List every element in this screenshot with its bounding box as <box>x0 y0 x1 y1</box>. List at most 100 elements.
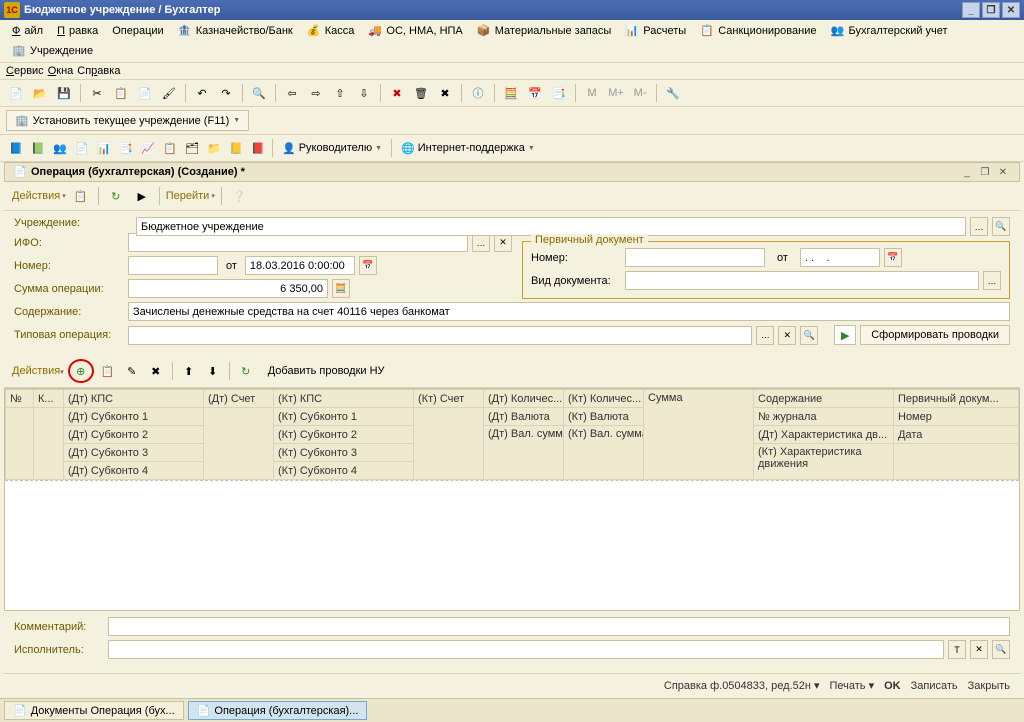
pd-date-button[interactable]: 📅 <box>884 248 902 267</box>
print-link[interactable]: Печать ▾ <box>829 679 874 692</box>
actions-dropdown[interactable]: Действия▾ <box>12 190 66 202</box>
play-button[interactable]: ▶ <box>834 325 856 345</box>
new-icon[interactable]: 📄 <box>6 83 26 103</box>
paste-icon[interactable]: 📄 <box>135 83 155 103</box>
typical-clear-button[interactable]: ✕ <box>778 326 796 345</box>
redo-icon[interactable]: ↷ <box>216 83 236 103</box>
mplus-icon[interactable]: M+ <box>606 83 626 103</box>
undo-icon[interactable]: ↶ <box>192 83 212 103</box>
executor-input[interactable] <box>108 640 944 659</box>
number-input[interactable] <box>128 256 218 275</box>
col-kt-acct[interactable]: (Кт) Счет <box>414 390 484 408</box>
col-kt-qty[interactable]: (Кт) Количес... <box>564 390 644 408</box>
menu-os[interactable]: 🚚ОС, НМА, НПА <box>362 22 468 40</box>
calc-button[interactable]: 🧮 <box>332 279 350 298</box>
refresh-table-icon[interactable]: ↻ <box>236 362 256 380</box>
menu-mat[interactable]: 📦Материальные запасы <box>471 22 618 40</box>
task-1[interactable]: 📄Документы Операция (бух... <box>4 701 184 720</box>
col-content[interactable]: Содержание <box>754 390 894 408</box>
mod-icon-4[interactable]: 📄 <box>72 138 92 158</box>
col-k[interactable]: К... <box>34 390 64 408</box>
institution-select-button[interactable]: … <box>970 217 988 236</box>
grid-body-empty[interactable] <box>5 480 1019 610</box>
mod-icon-1[interactable]: 📘 <box>6 138 26 158</box>
typical-input[interactable] <box>128 326 752 345</box>
content-input[interactable] <box>128 302 1010 321</box>
menu-ops[interactable]: Операции <box>106 23 169 39</box>
typical-select-button[interactable]: … <box>756 326 774 345</box>
generate-entries-button[interactable]: Сформировать проводки <box>860 325 1010 345</box>
add-npu-link[interactable]: Добавить проводки НУ <box>268 365 385 377</box>
pd-date-input[interactable] <box>800 248 880 267</box>
delete-row-icon[interactable]: ✖ <box>146 362 166 380</box>
save-button[interactable]: Записать <box>911 680 958 692</box>
pd-type-select-button[interactable]: … <box>983 271 1001 290</box>
comment-input[interactable] <box>108 617 1010 636</box>
close-link[interactable]: Закрыть <box>968 680 1010 692</box>
move-up-icon[interactable]: ⬆ <box>179 362 199 380</box>
col-kt-kps[interactable]: (Кт) КПС <box>274 390 414 408</box>
search-icon[interactable]: 🔍 <box>249 83 269 103</box>
goto-dropdown[interactable]: Перейти▾ <box>166 190 215 202</box>
entries-grid[interactable]: № К... (Дт) КПС (Дт) Счет (Кт) КПС (Кт) … <box>4 388 1020 611</box>
mod-icon-10[interactable]: 📁 <box>204 138 224 158</box>
executor-search-button[interactable]: 🔍 <box>992 640 1010 659</box>
col-num[interactable]: № <box>6 390 34 408</box>
executor-text-button[interactable]: T <box>948 640 966 659</box>
close-button[interactable]: ✕ <box>1002 2 1020 18</box>
menu-sank[interactable]: 📋Санкционирование <box>694 22 822 40</box>
mod-icon-11[interactable]: 📒 <box>226 138 246 158</box>
menu-windows[interactable]: Окна <box>48 65 74 77</box>
info-icon[interactable]: ❔ <box>228 186 250 206</box>
m-icon[interactable]: M <box>582 83 602 103</box>
menu-kassa[interactable]: 💰Касса <box>301 22 361 40</box>
mminus-icon[interactable]: M- <box>630 83 650 103</box>
mod-icon-2[interactable]: 📗 <box>28 138 48 158</box>
stop-icon[interactable]: ✖ <box>387 83 407 103</box>
refresh-icon[interactable]: ↻ <box>105 186 127 206</box>
doc-close-icon[interactable]: ✕ <box>995 165 1011 179</box>
mod-icon-9[interactable]: 🗂 <box>182 138 202 158</box>
manager-dropdown[interactable]: 👤Руководителю▼ <box>277 140 387 157</box>
restore-button[interactable]: ❐ <box>982 2 1000 18</box>
col-dt-acct[interactable]: (Дт) Счет <box>204 390 274 408</box>
executor-clear-button[interactable]: ✕ <box>970 640 988 659</box>
mod-icon-3[interactable]: 👥 <box>50 138 70 158</box>
ok-button[interactable]: OK <box>884 680 901 692</box>
approve-icon[interactable]: 📋 <box>70 186 92 206</box>
nav-up-icon[interactable]: ⇧ <box>330 83 350 103</box>
menu-buh[interactable]: 👥Бухгалтерский учет <box>824 22 953 40</box>
open-icon[interactable]: 📂 <box>30 83 50 103</box>
add-row-icon[interactable]: ⊕ <box>71 362 91 380</box>
menu-edit[interactable]: Правка <box>51 23 104 39</box>
institution-search-button[interactable]: 🔍 <box>992 217 1010 236</box>
menu-file[interactable]: ФФайлайл <box>6 23 49 39</box>
table-actions-dropdown[interactable]: Действия▾ <box>12 365 64 377</box>
mod-icon-6[interactable]: 📑 <box>116 138 136 158</box>
delete-icon[interactable]: 🗑 <box>411 83 431 103</box>
list-icon[interactable]: 📑 <box>549 83 569 103</box>
col-dt-kps[interactable]: (Дт) КПС <box>64 390 204 408</box>
menu-help[interactable]: Справка <box>77 65 120 77</box>
typical-search-button[interactable]: 🔍 <box>800 326 818 345</box>
save-icon[interactable]: 💾 <box>54 83 74 103</box>
calendar-icon[interactable]: 📅 <box>525 83 545 103</box>
nav-down-icon[interactable]: ⇩ <box>354 83 374 103</box>
set-institution-button[interactable]: 🏢 Установить текущее учреждение (F11) ▼ <box>6 110 249 131</box>
pd-number-input[interactable] <box>625 248 765 267</box>
help-link[interactable]: Справка ф.0504833, ред.52н ▾ <box>664 679 820 692</box>
edit-row-icon[interactable]: ✎ <box>122 362 142 380</box>
mark-icon[interactable]: ✖ <box>435 83 455 103</box>
mod-icon-12[interactable]: 📕 <box>248 138 268 158</box>
move-down-icon[interactable]: ⬇ <box>203 362 223 380</box>
nav-back-icon[interactable]: ⇦ <box>282 83 302 103</box>
menu-calc[interactable]: 📊Расчеты <box>619 22 692 40</box>
mod-icon-7[interactable]: 📈 <box>138 138 158 158</box>
sum-input[interactable] <box>128 279 328 298</box>
run-icon[interactable]: ▶ <box>131 186 153 206</box>
task-2[interactable]: 📄Операция (бухгалтерская)... <box>188 701 368 720</box>
pd-type-input[interactable] <box>625 271 979 290</box>
menu-service[interactable]: Сервис <box>6 65 44 77</box>
mod-icon-5[interactable]: 📊 <box>94 138 114 158</box>
calc-icon[interactable]: 🧮 <box>501 83 521 103</box>
